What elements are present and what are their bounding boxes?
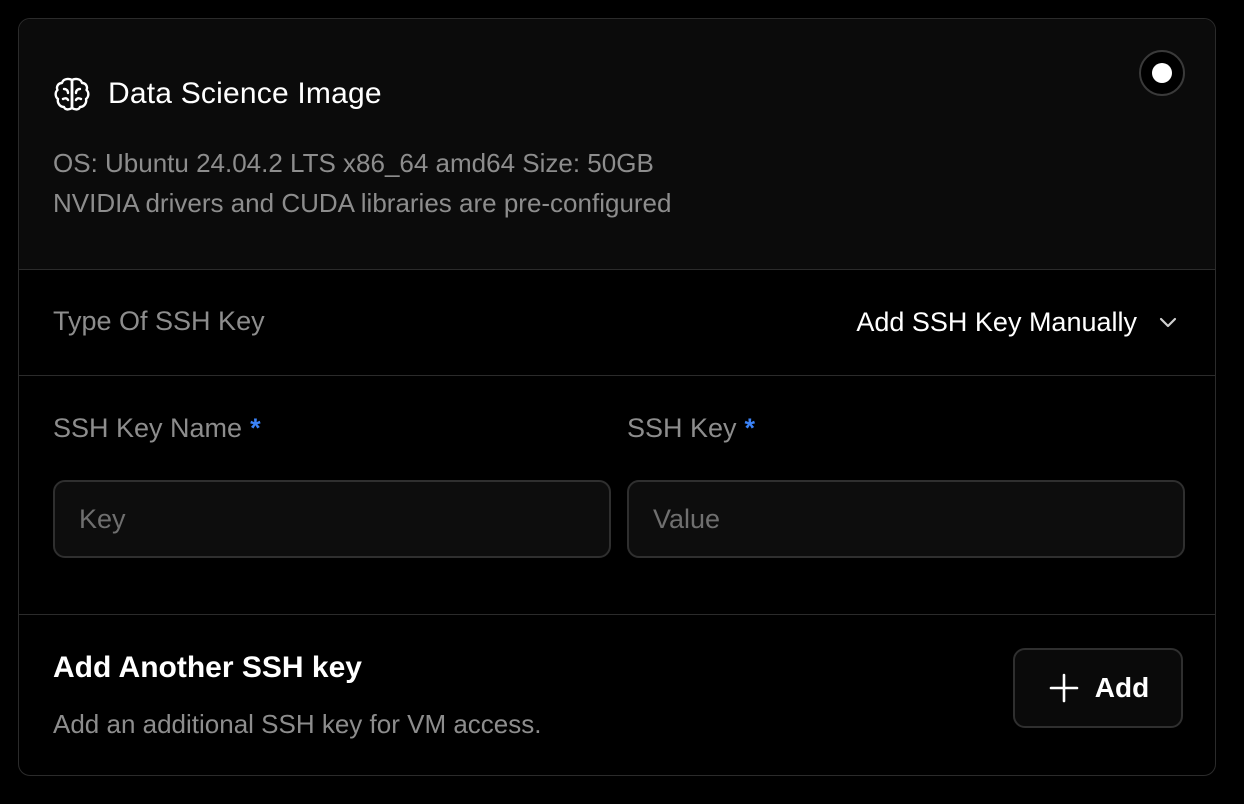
ssh-key-value-input[interactable] <box>627 480 1185 558</box>
add-another-ssh-key-section: Add Another SSH key Add an additional SS… <box>19 615 1215 775</box>
ssh-key-name-input[interactable] <box>53 480 611 558</box>
ssh-key-name-label-text: SSH Key Name <box>53 413 243 443</box>
ssh-key-type-row: Type Of SSH Key Add SSH Key Manually <box>19 270 1215 376</box>
image-radio-button[interactable] <box>1139 50 1185 96</box>
ssh-key-fields: SSH Key Name* SSH Key* <box>19 376 1215 615</box>
chevron-down-icon <box>1155 309 1181 335</box>
image-description: OS: Ubuntu 24.04.2 LTS x86_64 amd64 Size… <box>53 143 671 223</box>
ssh-key-value-label-text: SSH Key <box>627 413 737 443</box>
ssh-key-name-label: SSH Key Name * <box>53 406 611 450</box>
ssh-config-card: Data Science Image OS: Ubuntu 24.04.2 LT… <box>18 18 1216 776</box>
image-option[interactable]: Data Science Image OS: Ubuntu 24.04.2 LT… <box>19 19 1215 270</box>
plus-icon <box>1047 671 1081 705</box>
add-another-description: Add an additional SSH key for VM access. <box>53 709 542 739</box>
required-marker: * <box>744 413 756 443</box>
add-another-title: Add Another SSH key <box>53 651 362 684</box>
image-os-info: OS: Ubuntu 24.04.2 LTS x86_64 amd64 Size… <box>53 148 654 178</box>
add-ssh-key-button[interactable]: Add <box>1013 648 1183 728</box>
image-driver-info: NVIDIA drivers and CUDA libraries are pr… <box>53 188 672 218</box>
ssh-key-value-label: SSH Key * <box>627 406 1185 450</box>
ssh-key-type-dropdown[interactable]: Add SSH Key Manually <box>856 300 1181 344</box>
image-title: Data Science Image <box>108 77 382 110</box>
ssh-key-value-field-group: SSH Key * <box>627 406 1185 558</box>
ssh-key-type-value: Add SSH Key Manually <box>856 306 1137 337</box>
brain-icon <box>53 75 91 113</box>
image-title-row: Data Science Image <box>53 75 382 113</box>
ssh-key-name-field-group: SSH Key Name * <box>53 406 611 558</box>
required-marker: * <box>250 413 261 443</box>
radio-selected-dot <box>1152 63 1172 83</box>
ssh-key-type-label: Type Of SSH Key <box>53 306 265 336</box>
add-button-label: Add <box>1094 672 1150 703</box>
